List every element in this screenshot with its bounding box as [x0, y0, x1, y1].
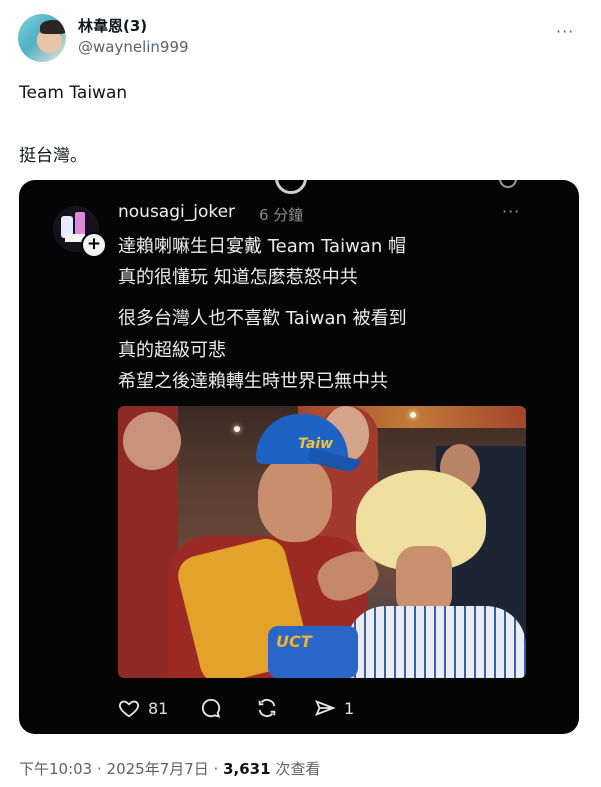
embedded-text-line: 希望之後達賴轉生時世界已無中共	[118, 371, 388, 392]
timestamp[interactable]: 下午10:03 · 2025年7月7日 ·	[19, 760, 223, 778]
embedded-text-line: 很多台灣人也不喜歡 Taiwan 被看到	[118, 308, 407, 329]
repost-action	[256, 697, 278, 719]
author-avatar[interactable]	[18, 14, 66, 62]
heart-icon	[119, 700, 139, 718]
more-options-icon[interactable]: ···	[556, 22, 574, 41]
send-icon	[315, 699, 336, 717]
views-count: 3,631	[223, 760, 271, 778]
embedded-more-icon: ···	[502, 202, 521, 221]
embedded-screenshot[interactable]: + nousagi_joker 6 分鐘 ··· 達賴喇嘛生日宴戴 Team T…	[19, 180, 579, 734]
tweet-meta: 下午10:03 · 2025年7月7日 · 3,631 次查看	[19, 758, 320, 779]
jersey-text: UCT	[276, 632, 312, 651]
search-icon	[499, 180, 517, 188]
cap-text: Taiw	[298, 436, 334, 452]
comment-icon	[201, 698, 221, 718]
like-count: 81	[148, 698, 169, 718]
embedded-text-line: 真的超級可悲	[118, 340, 226, 361]
embedded-action-bar: 81 1	[118, 697, 418, 723]
tweet-text-line: 挺台灣。	[19, 146, 87, 166]
comment-action	[200, 697, 222, 719]
embedded-text-line: 真的很懂玩 知道怎麼惹怒中共	[118, 267, 358, 288]
repost-count: 1	[344, 698, 355, 718]
follow-plus-icon: +	[81, 232, 107, 258]
share-action: 1	[314, 697, 354, 719]
author-name[interactable]: 林韋恩(3)	[78, 15, 147, 36]
embedded-username: nousagi_joker	[118, 202, 236, 222]
embedded-text-line: 達賴喇嘛生日宴戴 Team Taiwan 帽	[118, 236, 406, 257]
like-action: 81	[118, 697, 168, 719]
author-handle[interactable]: @waynelin999	[78, 38, 189, 56]
top-circle-icon	[275, 180, 307, 194]
embedded-time: 6 分鐘	[259, 206, 304, 224]
embedded-photo: Taiw UCT	[118, 406, 526, 678]
tweet-text-line: Team Taiwan	[19, 83, 128, 103]
views-label: 次查看	[270, 760, 321, 778]
repost-icon	[258, 699, 276, 717]
